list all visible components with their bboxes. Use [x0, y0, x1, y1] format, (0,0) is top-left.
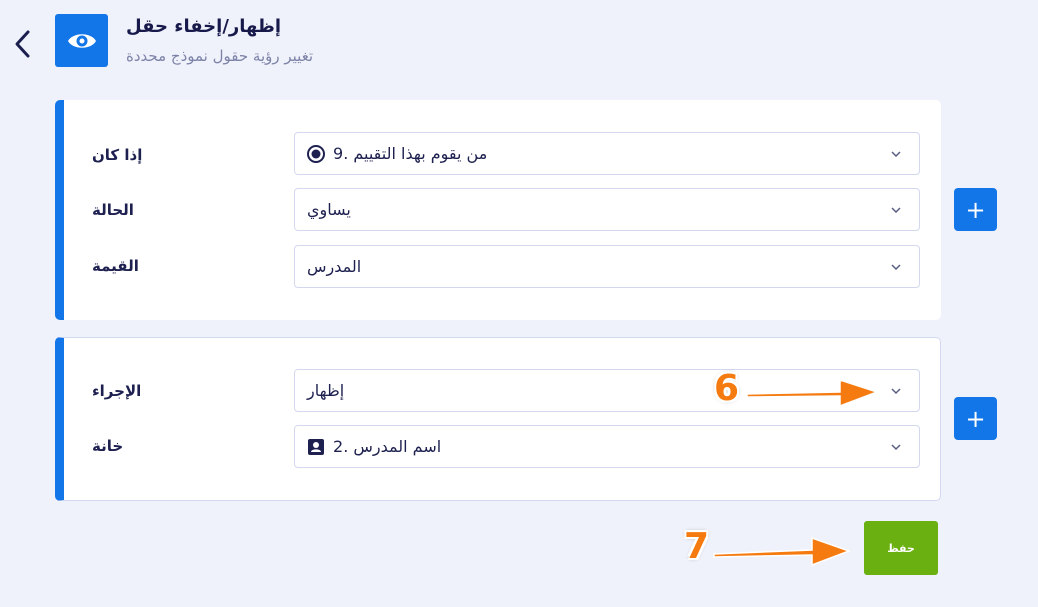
back-button[interactable]: [8, 26, 36, 62]
condition-value-label: القيمة: [92, 257, 139, 275]
chevron-down-icon: [891, 264, 901, 270]
action-label: الإجراء: [92, 382, 142, 400]
page-title: إظهار/إخفاء حقل: [126, 16, 282, 37]
condition-value-select[interactable]: المدرس: [294, 245, 920, 288]
chevron-down-icon: [891, 444, 901, 450]
chevron-down-icon: [891, 151, 901, 157]
step-6-arrow: [746, 378, 880, 408]
chevron-left-icon: [15, 30, 30, 58]
action-value: إظهار: [307, 381, 345, 400]
condition-field-value: من يقوم بهذا التقييم .9: [333, 144, 488, 163]
plus-icon: +: [965, 195, 986, 224]
target-field-value: اسم المدرس .2: [333, 437, 442, 456]
contact-card-icon: [308, 438, 324, 455]
field-label: خانة: [92, 437, 124, 455]
plus-icon: +: [965, 404, 986, 433]
chevron-down-icon: [891, 388, 901, 394]
step-7-arrow: [713, 536, 852, 567]
step-6-label: 6: [714, 368, 740, 409]
condition-if-label: إذا كان: [92, 146, 143, 164]
radio-icon: [307, 144, 325, 163]
step-7-label: 7: [684, 526, 710, 567]
page-subtitle: تغيير رؤية حقول نموذج محددة: [126, 47, 314, 65]
condition-value-text: المدرس: [307, 257, 362, 276]
condition-operator-value: يساوي: [307, 200, 351, 219]
action-card: [55, 337, 941, 501]
eye-icon: [67, 33, 96, 48]
target-field-select[interactable]: اسم المدرس .2: [294, 425, 920, 468]
add-condition-button[interactable]: +: [954, 188, 997, 231]
save-button[interactable]: حفظ: [864, 521, 938, 575]
header-eye-icon-box: [55, 14, 108, 67]
condition-state-label: الحالة: [92, 201, 134, 219]
add-action-button[interactable]: +: [954, 397, 997, 440]
condition-field-select[interactable]: من يقوم بهذا التقييم .9: [294, 132, 920, 175]
chevron-down-icon: [891, 207, 901, 213]
condition-operator-select[interactable]: يساوي: [294, 188, 920, 231]
